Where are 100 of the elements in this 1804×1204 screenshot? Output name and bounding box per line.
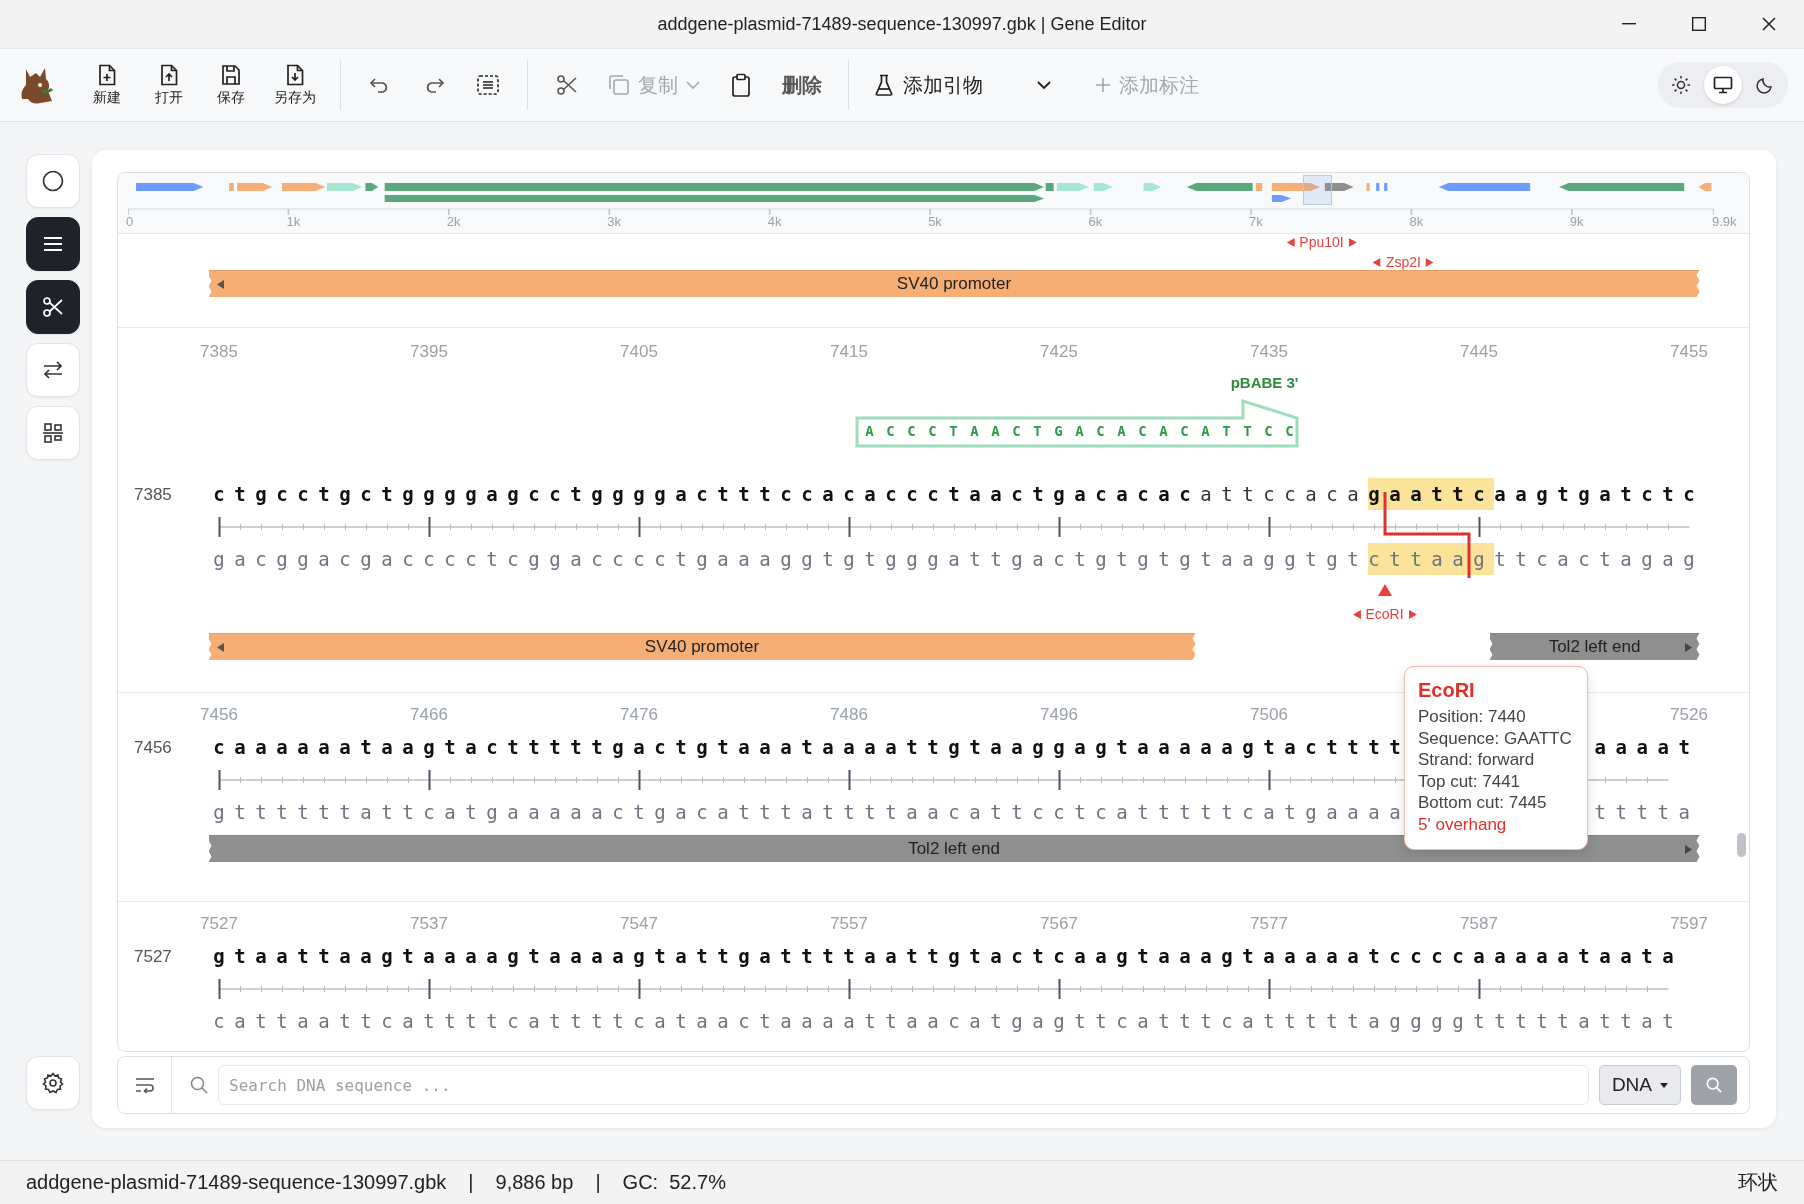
minimize-icon <box>1622 23 1636 25</box>
axis-label: 7k <box>1249 214 1263 229</box>
align-icon <box>42 422 64 444</box>
flask-icon <box>875 74 893 96</box>
maximize-icon <box>1692 17 1706 31</box>
settings-button[interactable] <box>26 1056 80 1110</box>
axis-label: 2k <box>446 214 461 229</box>
theme-button[interactable] <box>1704 66 1742 104</box>
file-button[interactable]: 打开 <box>144 63 194 107</box>
dna-sequence: aaaat <box>1594 736 1700 758</box>
left-triangle-icon <box>1372 257 1381 267</box>
dna-sequence: ttcactagag <box>1494 548 1705 570</box>
dna-sequence: gacggacgacccctcggacccctgaaaggtgtgggattgactgtgtgtaaggtgt <box>213 548 1369 570</box>
position-label: 7506 <box>1250 705 1288 725</box>
axis-label: 6k <box>1088 214 1103 229</box>
delete-button[interactable]: 删除 <box>774 64 830 106</box>
file-button[interactable]: 另存为 <box>268 63 322 107</box>
position-label: 7587 <box>1460 914 1498 934</box>
tooltip-line: Top cut: 7441 <box>1418 770 1522 792</box>
file-button[interactable]: 保存 <box>206 63 256 107</box>
scissors-icon <box>556 74 578 96</box>
axis-label: 4k <box>767 214 782 229</box>
sequence-type-dropdown[interactable]: DNA <box>1598 1065 1681 1105</box>
dna-sequence: ctgcctgctggggagcctggggactttccacaccctaactgacacac <box>213 483 1201 505</box>
settings-icon <box>42 1072 64 1094</box>
clipboard-icon <box>731 73 751 97</box>
position-label: 7445 <box>1460 342 1498 362</box>
row-number: 7385 <box>133 484 173 506</box>
tooltip-line: Sequence: GAATTC <box>1418 727 1573 749</box>
topology-label: 环状 <box>1738 1170 1778 1195</box>
position-label: 7435 <box>1250 342 1288 362</box>
separator: | <box>468 1171 474 1194</box>
enzyme-label[interactable]: Ppu10I <box>1299 234 1344 250</box>
feature-bar[interactable]: Tol2 left end <box>1489 633 1700 660</box>
close-icon <box>1762 17 1776 31</box>
enzyme-label[interactable]: EcoRI <box>1365 606 1404 622</box>
axis-label: 0 <box>126 214 134 229</box>
right-triangle-icon <box>1425 257 1434 267</box>
position-label: 7527 <box>200 914 238 934</box>
file-button[interactable]: 新建 <box>82 63 132 107</box>
position-label: 7455 <box>1670 342 1708 362</box>
swap-arrows-icon <box>42 360 64 380</box>
position-label: 7425 <box>1040 342 1078 362</box>
feature-bar[interactable]: Tol2 left end <box>208 835 1700 862</box>
search-icon <box>190 1076 208 1094</box>
position-label: 7537 <box>410 914 448 934</box>
right-arrow-icon <box>1684 845 1692 854</box>
position-label: 7466 <box>410 705 448 725</box>
primer-label[interactable]: pBABE 3' <box>1230 374 1299 391</box>
cut-position-icon <box>1377 584 1392 596</box>
tooltip-title: EcoRI <box>1418 679 1476 702</box>
enzyme-label[interactable]: Zsp2I <box>1385 254 1421 270</box>
position-label: 7405 <box>620 342 658 362</box>
axis-label: 9.9k <box>1712 214 1737 229</box>
viewport-window[interactable] <box>1303 175 1332 205</box>
sidebar-button[interactable] <box>26 217 80 271</box>
wrap-text-icon <box>134 1077 155 1093</box>
position-label: 7496 <box>1040 705 1078 725</box>
scrollbar-thumb[interactable] <box>1737 833 1746 857</box>
sun-icon <box>1671 75 1691 95</box>
row-number: 7527 <box>133 946 173 968</box>
select-all-icon <box>477 75 499 95</box>
file-icon <box>221 63 241 86</box>
status-text: addgene-plasmid-71489-sequence-130997.gbk <box>26 1171 447 1194</box>
file-icon <box>97 63 117 86</box>
circle-icon <box>42 170 64 192</box>
position-label: 7577 <box>1250 914 1288 934</box>
dna-sequence: cattaattcattttcattttcataactaaaattaacatgagttcatttcatttttaggggtttttattat <box>213 1010 1684 1032</box>
separator: | <box>595 1171 601 1194</box>
row-number: 7456 <box>133 737 173 759</box>
scissors-icon <box>42 296 64 318</box>
left-triangle-icon <box>1286 237 1295 247</box>
search-field[interactable]: Search DNA sequence ... <box>218 1065 1589 1105</box>
search-icon <box>1706 1077 1722 1093</box>
axis-label: 8k <box>1409 214 1424 229</box>
position-label: 7385 <box>200 342 238 362</box>
highlighted-site: gaattc <box>1368 478 1495 510</box>
add-primer-button[interactable]: 添加引物 <box>867 64 991 106</box>
caret-icon <box>1660 1082 1668 1088</box>
dna-sequence: gtaattaagtaaaagtaaaagtattgattttaattgtactcaagtaaagtaaaaatccccaaaaataata <box>213 945 1684 967</box>
dna-sequence: aagtgatctc <box>1494 483 1705 505</box>
axis-label: 5k <box>928 214 942 229</box>
tooltip-line: Bottom cut: 7445 <box>1418 792 1548 814</box>
copy-icon <box>608 74 630 96</box>
feature-bar[interactable]: SV40 promoter <box>208 633 1196 660</box>
primer-box[interactable]: ACCCTAACTGACACACATTCC <box>855 398 1301 448</box>
caret-icon <box>686 80 700 90</box>
tooltip-line: Strand: forward <box>1418 749 1536 771</box>
dna-sequence: tttta <box>1594 801 1700 823</box>
sidebar-button[interactable] <box>26 280 80 334</box>
tooltip-note: 5' overhang <box>1418 813 1508 835</box>
position-label: 7557 <box>830 914 868 934</box>
monitor-icon <box>1713 76 1733 94</box>
feature-bar[interactable]: SV40 promoter <box>208 270 1700 297</box>
right-triangle-icon <box>1348 237 1357 247</box>
left-arrow-icon <box>216 280 224 289</box>
right-arrow-icon <box>1684 643 1692 652</box>
dna-sequence: caaaaaataagtactttttgactgtaaataaaattgtaaggagtaaaaagtactttt <box>213 736 1411 758</box>
status-text: 9,886 bp <box>495 1171 574 1194</box>
dna-sequence: attccaca <box>1200 483 1369 505</box>
